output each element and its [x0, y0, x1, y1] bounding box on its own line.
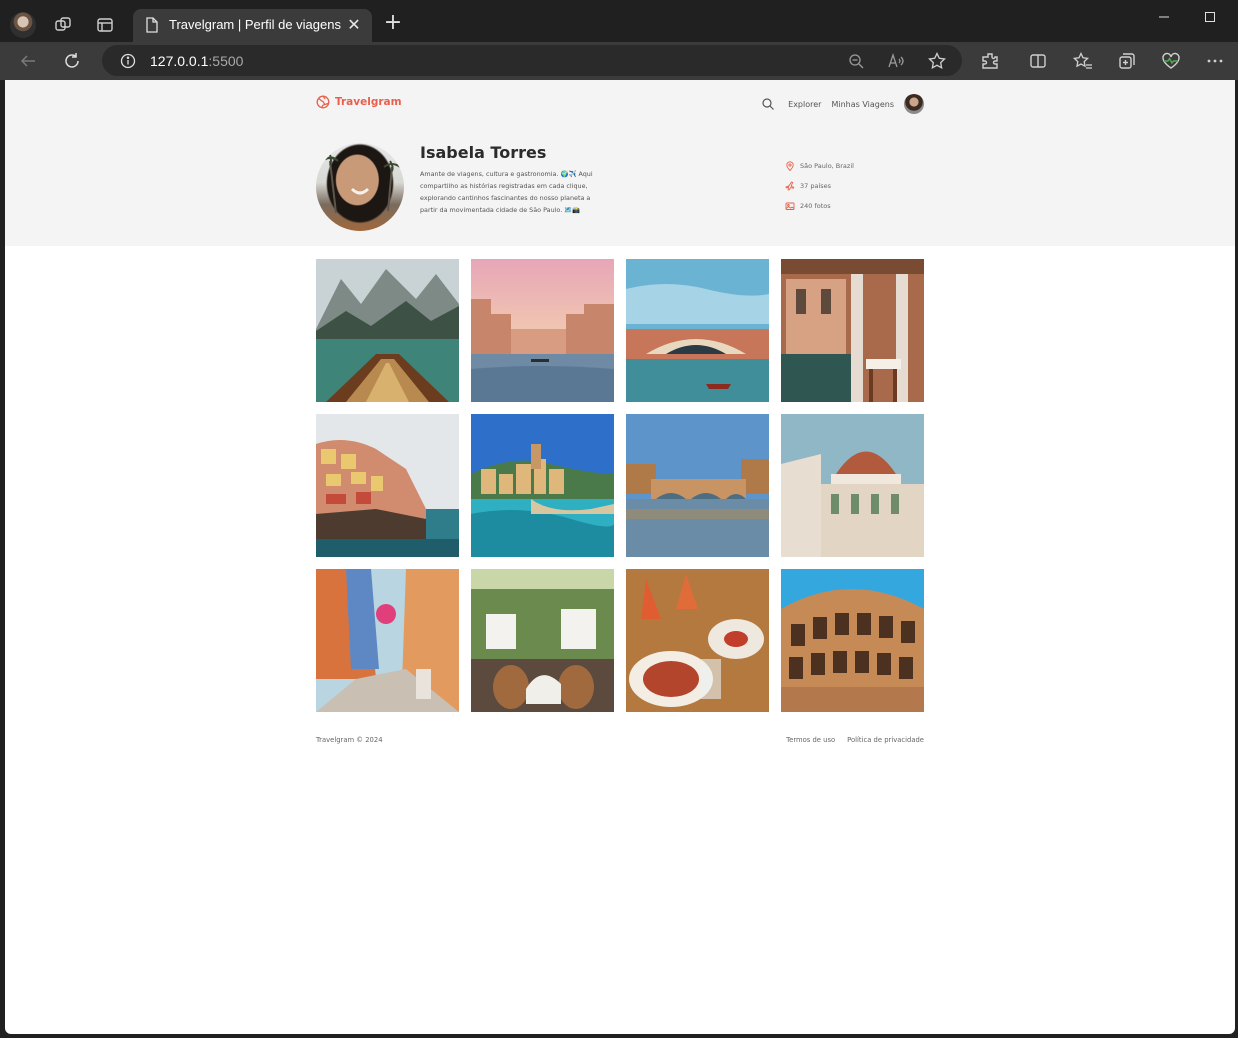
photo-colosseum[interactable]: [781, 569, 924, 712]
minimize-icon[interactable]: [1151, 6, 1177, 28]
airplane-icon: [785, 181, 795, 191]
more-menu-icon[interactable]: [1205, 51, 1225, 71]
browser-toolbar: 127.0.0.1:5500: [0, 42, 1238, 80]
page-icon: [145, 17, 159, 37]
stat-countries: 37 países: [785, 181, 854, 191]
page-viewport: Travelgram Explorer Minhas Viagens Isabe…: [5, 80, 1235, 1034]
browser-titlebar: Travelgram | Perfil de viagens ✕ +: [0, 0, 1238, 42]
profile-stats: São Paulo, Brazil 37 países 240 fotos: [785, 161, 854, 221]
profile-photo: [316, 143, 404, 231]
footer-terms-link[interactable]: Termos de uso: [786, 736, 835, 744]
footer-links: Termos de uso Política de privacidade: [786, 736, 924, 744]
top-nav: Explorer Minhas Viagens: [761, 94, 924, 114]
url-text[interactable]: 127.0.0.1:5500: [150, 53, 243, 69]
read-aloud-icon[interactable]: [886, 51, 906, 71]
stat-location-text: São Paulo, Brazil: [800, 162, 854, 170]
footer-privacy-link[interactable]: Política de privacidade: [847, 736, 924, 744]
browser-tab-active[interactable]: Travelgram | Perfil de viagens ✕: [133, 9, 372, 42]
profile-header: Travelgram Explorer Minhas Viagens Isabe…: [5, 80, 1235, 246]
footer-copyright: Travelgram © 2024: [316, 736, 383, 744]
zoom-icon[interactable]: [846, 51, 866, 71]
workspaces-icon[interactable]: [53, 15, 73, 35]
image-icon: [785, 202, 795, 210]
stat-photos-text: 240 fotos: [800, 202, 831, 210]
stat-countries-text: 37 países: [800, 182, 832, 190]
favorites-icon[interactable]: [1073, 51, 1093, 71]
collections-icon[interactable]: [1117, 51, 1137, 71]
refresh-icon[interactable]: [62, 51, 82, 71]
maximize-icon[interactable]: [1197, 6, 1223, 28]
globe-icon: [316, 95, 330, 109]
photo-lake-boat[interactable]: [316, 259, 459, 402]
brand-name: Travelgram: [335, 96, 402, 108]
photo-grid: [316, 259, 924, 712]
brand-logo[interactable]: Travelgram: [316, 95, 402, 109]
profile-bio: Amante de viagens, cultura e gastronomia…: [420, 170, 593, 214]
photo-vernazza[interactable]: [471, 414, 614, 557]
search-icon[interactable]: [761, 97, 775, 111]
photo-venice-canal-sunset[interactable]: [471, 259, 614, 402]
photo-aperol-dinner[interactable]: [626, 569, 769, 712]
split-screen-icon[interactable]: [1028, 51, 1048, 71]
browser-profile-avatar[interactable]: [10, 12, 36, 38]
stat-photos: 240 fotos: [785, 201, 854, 211]
map-pin-icon: [786, 161, 794, 171]
photo-rialto-bridge[interactable]: [626, 259, 769, 402]
address-bar[interactable]: 127.0.0.1:5500: [102, 45, 962, 76]
nav-link-explore[interactable]: Explorer: [788, 100, 821, 109]
site-info-icon[interactable]: [118, 51, 138, 71]
photo-manarola[interactable]: [316, 414, 459, 557]
photo-alley-scooter[interactable]: [316, 569, 459, 712]
photo-ponte-vecchio[interactable]: [626, 414, 769, 557]
tab-close-icon[interactable]: ✕: [344, 15, 364, 35]
vertical-tabs-icon[interactable]: [95, 15, 115, 35]
photo-cafe-vespa[interactable]: [471, 569, 614, 712]
back-arrow-icon[interactable]: [18, 51, 38, 71]
extensions-icon[interactable]: [980, 51, 1000, 71]
profile-name: Isabela Torres: [420, 143, 547, 162]
nav-link-my-trips[interactable]: Minhas Viagens: [831, 100, 894, 109]
palm-trees-backdrop: [321, 154, 401, 214]
new-tab-icon[interactable]: +: [382, 12, 404, 35]
stat-location: São Paulo, Brazil: [785, 161, 854, 171]
tab-title: Travelgram | Perfil de viagens: [169, 17, 341, 32]
user-avatar[interactable]: [904, 94, 924, 114]
photo-venice-terrace[interactable]: [781, 259, 924, 402]
photo-florence-duomo[interactable]: [781, 414, 924, 557]
favorite-star-icon[interactable]: [927, 51, 947, 71]
browser-essentials-icon[interactable]: [1161, 51, 1181, 71]
